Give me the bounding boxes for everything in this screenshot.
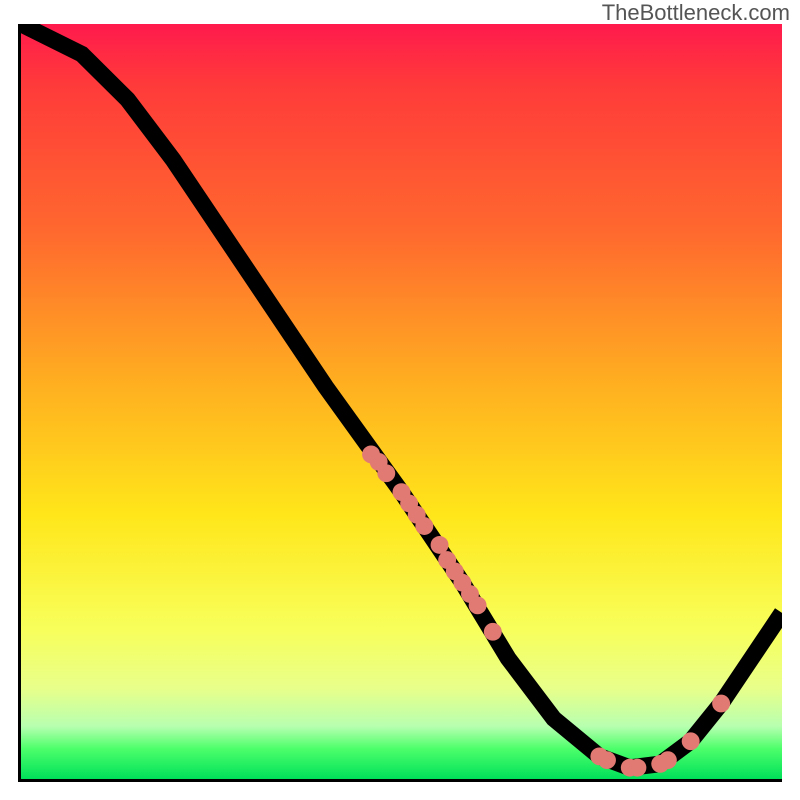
bottleneck-curve [21, 24, 782, 768]
data-point [598, 751, 616, 769]
data-point [659, 751, 677, 769]
data-point [682, 732, 700, 750]
chart-svg [21, 24, 782, 779]
chart-container: TheBottleneck.com [0, 0, 800, 800]
attribution-text: TheBottleneck.com [602, 0, 790, 26]
data-points [362, 445, 730, 776]
data-point [415, 517, 433, 535]
plot-area [18, 24, 782, 782]
data-point [377, 464, 395, 482]
data-point [431, 536, 449, 554]
data-point [484, 623, 502, 641]
data-point [469, 596, 487, 614]
data-point [628, 759, 646, 777]
data-point [712, 695, 730, 713]
